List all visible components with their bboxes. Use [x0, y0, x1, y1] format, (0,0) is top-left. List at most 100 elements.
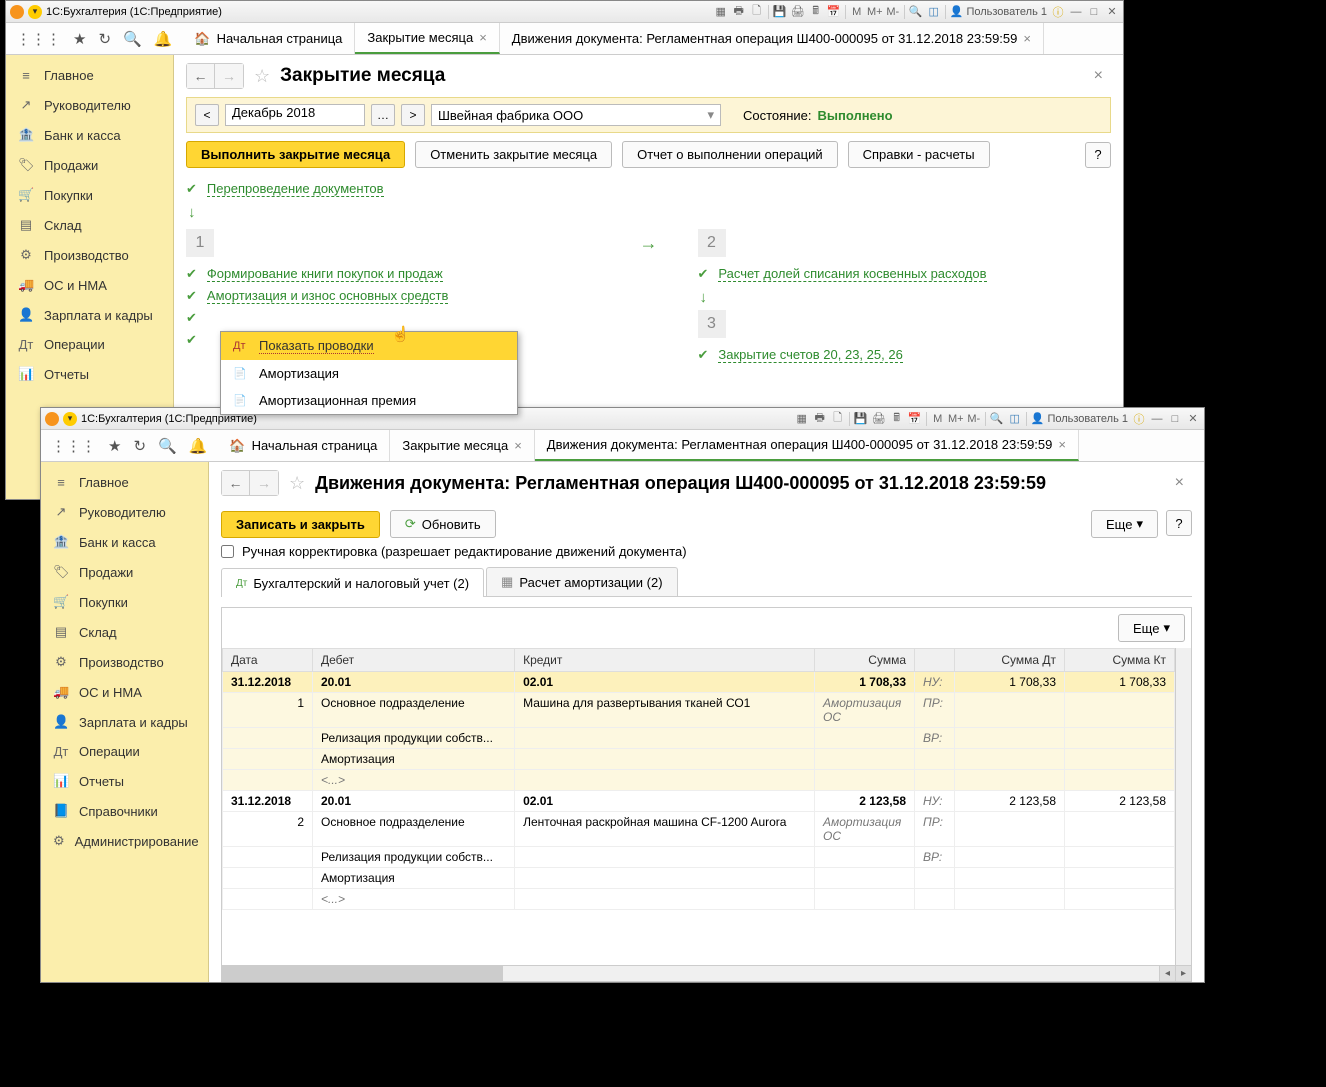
sidebar-item-catalogs[interactable]: 📘Справочники [41, 796, 208, 826]
tool-icon[interactable]: ▦ [795, 412, 809, 426]
print-icon[interactable]: 🖶 [813, 412, 827, 426]
sidebar-item-main[interactable]: ≡Главное [6, 61, 173, 90]
op-link[interactable]: Расчет долей списания косвенных расходов [718, 266, 986, 282]
execute-button[interactable]: Выполнить закрытие месяца [186, 141, 405, 168]
table-more-button[interactable]: Еще▾ [1118, 614, 1185, 642]
more-button[interactable]: Еще▾ [1091, 510, 1158, 538]
nav-back-button[interactable]: ← [187, 64, 215, 88]
user-chip[interactable]: 👤 Пользователь 1 [950, 5, 1047, 18]
tab-document-movements[interactable]: Движения документа: Регламентная операци… [500, 23, 1044, 54]
vertical-scrollbar[interactable] [1175, 648, 1191, 965]
op-link[interactable]: Формирование книги покупок и продаж [207, 266, 443, 282]
print2-icon[interactable]: 🖨 [872, 412, 886, 426]
bell-icon[interactable]: 🔔 [189, 437, 208, 455]
help-button[interactable]: ? [1166, 510, 1192, 536]
sidebar-item-purchases[interactable]: 🛒Покупки [6, 180, 173, 210]
tab-closing-month[interactable]: Закрытие месяца × [355, 23, 499, 54]
sidebar-item-manager[interactable]: ↗Руководителю [6, 90, 173, 120]
m-icon[interactable]: M [850, 5, 864, 19]
favorite-icon[interactable]: ☆ [254, 66, 270, 87]
print2-icon[interactable]: 🖨 [791, 5, 805, 19]
calc-icon[interactable]: 🖩 [809, 5, 823, 19]
col-sumdt[interactable]: Сумма Дт [955, 649, 1065, 672]
close-icon[interactable]: ✕ [1105, 5, 1119, 19]
op-link[interactable]: Закрытие счетов 20, 23, 25, 26 [718, 347, 902, 363]
bell-icon[interactable]: 🔔 [154, 30, 173, 48]
horizontal-scrollbar[interactable]: ◂ ▸ [222, 965, 1191, 981]
zoom-icon[interactable]: 🔍 [990, 412, 1004, 426]
tab-amort-calc[interactable]: ▦Расчет амортизации (2) [486, 567, 677, 596]
dropdown-icon[interactable]: ▾ [63, 412, 77, 426]
table-row[interactable]: <...> [223, 889, 1175, 910]
sidebar-item-warehouse[interactable]: ▤Склад [6, 210, 173, 240]
zoom-icon[interactable]: 🔍 [909, 5, 923, 19]
panes-icon[interactable]: ◫ [927, 5, 941, 19]
maximize-icon[interactable]: □ [1087, 5, 1101, 19]
table-row[interactable]: 31.12.2018 20.01 02.01 1 708,33 НУ: 1 70… [223, 672, 1175, 693]
m-plus-icon[interactable]: M+ [868, 5, 882, 19]
nav-forward-button[interactable]: → [250, 471, 278, 495]
sidebar-item-sales[interactable]: 🏷Продажи [6, 150, 173, 180]
sidebar-item-bank[interactable]: 🏦Банк и касса [41, 527, 208, 557]
col-debit[interactable]: Дебет [313, 649, 515, 672]
m-icon[interactable]: M [931, 412, 945, 426]
scroll-right-button[interactable]: ▸ [1175, 966, 1191, 981]
minimize-icon[interactable]: — [1150, 412, 1164, 426]
ctx-amortization[interactable]: 📄Амортизация [221, 360, 517, 387]
apps-icon[interactable]: ⋮⋮⋮ [16, 30, 61, 48]
save-icon[interactable]: 💾 [773, 5, 787, 19]
close-page-button[interactable]: × [1175, 474, 1192, 492]
preview-icon[interactable]: 🗋 [750, 5, 764, 19]
table-row[interactable]: Релизация продукции собств... ВР: [223, 728, 1175, 749]
sidebar-item-assets[interactable]: 🚚ОС и НМА [41, 677, 208, 707]
search-icon[interactable]: 🔍 [158, 437, 177, 455]
user-chip[interactable]: 👤 Пользователь 1 [1031, 412, 1128, 425]
sidebar-item-manager[interactable]: ↗Руководителю [41, 497, 208, 527]
table-row[interactable]: 2 Основное подразделение Ленточная раскр… [223, 812, 1175, 847]
search-icon[interactable]: 🔍 [123, 30, 142, 48]
maximize-icon[interactable]: □ [1168, 412, 1182, 426]
tab-document-movements[interactable]: Движения документа: Регламентная операци… [535, 430, 1079, 461]
org-select[interactable]: Швейная фабрика ООО ▾ [431, 104, 721, 126]
apps-icon[interactable]: ⋮⋮⋮ [51, 437, 96, 455]
period-next-button[interactable]: > [401, 104, 425, 126]
calendar-icon[interactable]: 📅 [827, 5, 841, 19]
refresh-button[interactable]: ⟳Обновить [390, 510, 496, 538]
sidebar-item-admin[interactable]: ⚙Администрирование [41, 826, 208, 856]
history-icon[interactable]: ↻ [98, 30, 111, 48]
save-close-button[interactable]: Записать и закрыть [221, 511, 380, 538]
references-button[interactable]: Справки - расчеты [848, 141, 990, 168]
preview-icon[interactable]: 🗋 [831, 412, 845, 426]
sidebar-item-warehouse[interactable]: ▤Склад [41, 617, 208, 647]
cancel-closing-button[interactable]: Отменить закрытие месяца [415, 141, 612, 168]
period-picker-button[interactable]: … [371, 104, 395, 126]
favorite-icon[interactable]: ☆ [289, 473, 305, 494]
calendar-icon[interactable]: 📅 [908, 412, 922, 426]
sidebar-item-main[interactable]: ≡Главное [41, 468, 208, 497]
sidebar-item-operations[interactable]: ДтОперации [6, 330, 173, 359]
m-minus-icon[interactable]: M- [886, 5, 900, 19]
dropdown-icon[interactable]: ▾ [28, 5, 42, 19]
sidebar-item-reports[interactable]: 📊Отчеты [41, 766, 208, 796]
sidebar-item-payroll[interactable]: 👤Зарплата и кадры [41, 707, 208, 737]
table-row[interactable]: <...> [223, 770, 1175, 791]
report-button[interactable]: Отчет о выполнении операций [622, 141, 838, 168]
period-prev-button[interactable]: < [195, 104, 219, 126]
ctx-show-postings[interactable]: ДтПоказать проводки [221, 332, 517, 360]
close-icon[interactable]: × [1023, 31, 1031, 46]
close-icon[interactable]: ✕ [1186, 412, 1200, 426]
save-icon[interactable]: 💾 [854, 412, 868, 426]
table-row[interactable]: 1 Основное подразделение Машина для разв… [223, 693, 1175, 728]
sidebar-item-sales[interactable]: 🏷Продажи [41, 557, 208, 587]
sidebar-item-production[interactable]: ⚙Производство [41, 647, 208, 677]
close-icon[interactable]: × [479, 30, 487, 45]
sidebar-item-bank[interactable]: 🏦Банк и касса [6, 120, 173, 150]
sidebar-item-reports[interactable]: 📊Отчеты [6, 359, 173, 389]
print-icon[interactable]: 🖶 [732, 5, 746, 19]
col-type[interactable] [915, 649, 955, 672]
ctx-amort-bonus[interactable]: 📄Амортизационная премия [221, 387, 517, 414]
nav-back-button[interactable]: ← [222, 471, 250, 495]
tab-closing-month[interactable]: Закрытие месяца × [390, 430, 534, 461]
sidebar-item-purchases[interactable]: 🛒Покупки [41, 587, 208, 617]
minimize-icon[interactable]: — [1069, 5, 1083, 19]
